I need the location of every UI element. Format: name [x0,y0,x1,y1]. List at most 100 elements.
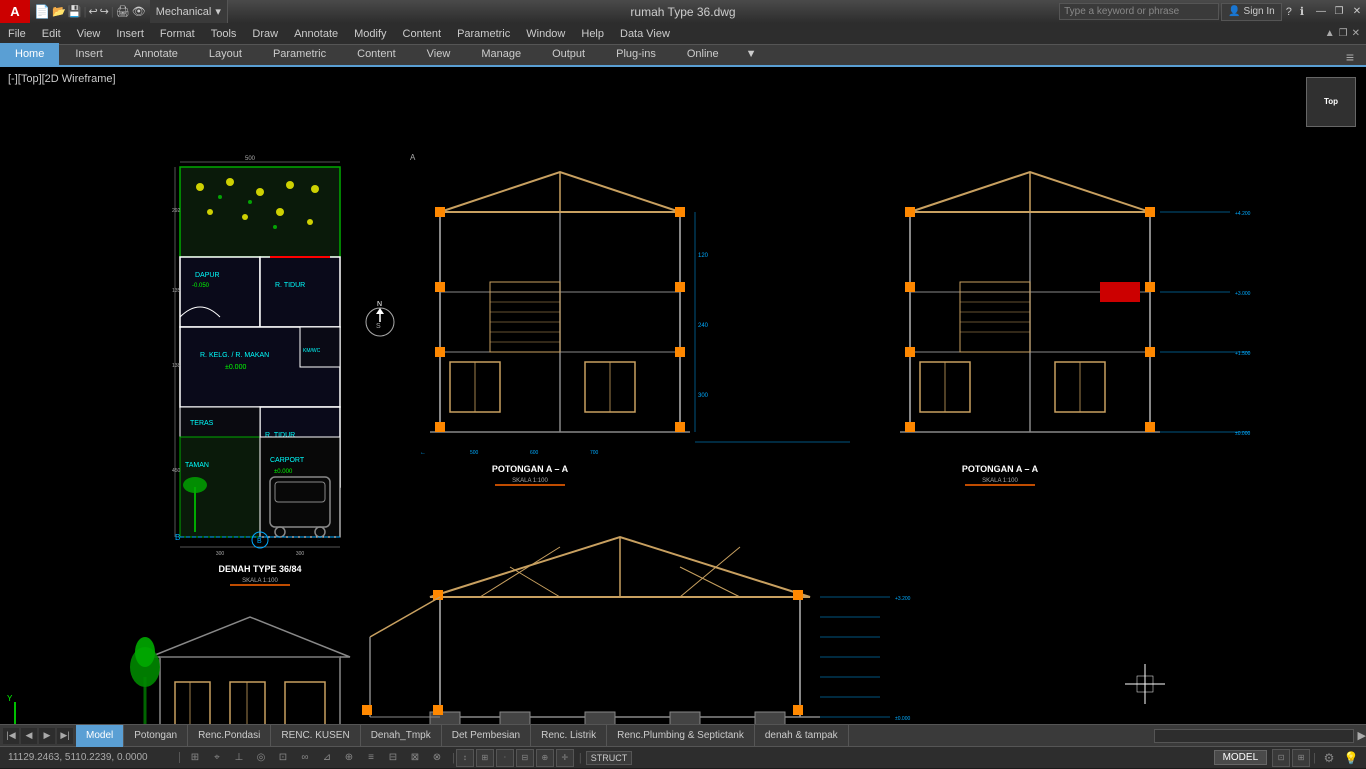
measure-tool[interactable]: ⊟ [516,749,534,767]
ribbon-toggle[interactable]: ▲ [1325,28,1335,39]
sheet-tab-detpembesian[interactable]: Det Pembesian [442,725,531,747]
grid-tool[interactable]: ⊞ [476,749,494,767]
status-icons: ⊞ ⌖ ⊥ ◎ ⊡ ∞ ⊿ ⊕ ≡ ⊟ ⊠ ⊗ | ↕ ⊞ ⋅ ⊟ ⊕ ✛ | … [180,747,1214,769]
pan-tool[interactable]: ✛ [556,749,574,767]
svg-text:B: B [175,533,180,542]
menu-window[interactable]: Window [518,23,573,45]
app-icon[interactable]: A [0,0,30,23]
tab-output[interactable]: Output [537,43,600,65]
redo-icon[interactable]: ↪ [100,5,109,18]
menu-draw[interactable]: Draw [244,23,286,45]
help-icon[interactable]: ? [1282,6,1296,18]
svg-text:POTONGAN A – A: POTONGAN A – A [492,464,569,474]
sheet-tab-rencplumbing[interactable]: Renc.Plumbing & Septictank [607,725,755,747]
tab-view[interactable]: View [412,43,466,65]
sheet-nav-prev[interactable]: ◀ [21,728,37,744]
svg-text:←: ← [420,450,426,456]
menu-help[interactable]: Help [573,23,612,45]
dyn-toggle[interactable]: ⊕ [338,747,360,769]
menu-file[interactable]: File [0,23,34,45]
sheet-tab-renclistrik[interactable]: Renc. Listrik [531,725,607,747]
layout-icon2[interactable]: ⊞ [1292,749,1310,767]
view-cube[interactable]: Top [1306,77,1356,127]
tp-toggle[interactable]: ⊟ [382,747,404,769]
menu-tools[interactable]: Tools [203,23,245,45]
viewport[interactable]: [-][Top][2D Wireframe] DAPUR [0,67,1366,724]
undo-icon[interactable]: ↩ [88,5,97,18]
svg-text:N: N [377,301,382,308]
sheet-nav-next[interactable]: ▶ [39,728,55,744]
sheet-tab-denahtampak[interactable]: denah & tampak [755,725,849,747]
menu-annotate[interactable]: Annotate [286,23,346,45]
menu-format[interactable]: Format [152,23,203,45]
tab-annotate[interactable]: Annotate [119,43,193,65]
search-box[interactable]: Type a keyword or phrase [1059,3,1219,20]
new-icon[interactable]: 📄 [34,4,50,20]
close-button[interactable]: ✕ [1348,3,1366,21]
tab-manage[interactable]: Manage [466,43,536,65]
menu-insert[interactable]: Insert [108,23,152,45]
tab-extra-dropdown[interactable]: ▼ [739,43,764,65]
signin-button[interactable]: 👤 Sign In [1221,3,1282,21]
lw-toggle[interactable]: ≡ [360,747,382,769]
menu-parametric[interactable]: Parametric [449,23,518,45]
settings-icon[interactable]: ⚙ [1318,747,1340,769]
save-icon[interactable]: 💾 [68,5,82,18]
sheet-nav-first[interactable]: |◀ [3,728,19,744]
plot-icon[interactable]: 🖨 [116,5,130,18]
layout-icon[interactable]: ⊡ [1272,749,1290,767]
move-tool[interactable]: ↕ [456,749,474,767]
tab-content[interactable]: Content [342,43,411,65]
tab-parametric[interactable]: Parametric [258,43,341,65]
menu-edit[interactable]: Edit [34,23,69,45]
tab-plugins[interactable]: Plug-ins [601,43,671,65]
preview-icon[interactable]: 👁 [132,5,146,18]
ortho-toggle[interactable]: ⊥ [228,747,250,769]
sheet-tab-potongan[interactable]: Potongan [124,725,188,747]
sheet-scrollbar[interactable]: ▶ [1150,729,1366,743]
struct-label[interactable]: STRUCT [586,751,633,765]
svg-text:135: 135 [172,288,181,294]
tab-insert[interactable]: Insert [60,43,118,65]
sheet-nav-last[interactable]: ▶| [57,728,73,744]
sheet-tab-model[interactable]: Model [76,725,124,747]
sheet-tab-renckusen[interactable]: RENC. KUSEN [271,725,360,747]
menu-content[interactable]: Content [395,23,450,45]
menu-dataview[interactable]: Data View [612,23,678,45]
sheet-tab-denahtmpk[interactable]: Denah_Tmpk [361,725,442,747]
snap-toggle[interactable]: ⌖ [206,747,228,769]
sheet-scroll-arrow[interactable]: ▶ [1358,729,1366,742]
ribbon-extra: ≡ [1340,49,1366,65]
window-close-small[interactable]: ✕ [1352,28,1360,39]
model-button[interactable]: MODEL [1214,750,1268,765]
open-icon[interactable]: 📂 [52,5,66,18]
cad-canvas[interactable]: DAPUR -0.050 R. TIDUR R. KELG. / R. MAKA… [0,67,1366,724]
restore-button[interactable]: ❐ [1330,3,1348,21]
tab-home[interactable]: Home [0,43,59,65]
tab-online[interactable]: Online [672,43,734,65]
otrack-toggle[interactable]: ∞ [294,747,316,769]
window-restore-small[interactable]: ❐ [1339,28,1348,39]
svg-text:500: 500 [245,156,256,162]
ducs-toggle[interactable]: ⊿ [316,747,338,769]
svg-text:R. KELG. / R. MAKAN: R. KELG. / R. MAKAN [200,352,269,359]
menu-view[interactable]: View [69,23,109,45]
info-icon[interactable]: ℹ [1296,5,1308,18]
osnap-toggle[interactable]: ⊡ [272,747,294,769]
zoom-tool[interactable]: ⊕ [536,749,554,767]
sheet-tab-rencpondasi[interactable]: Renc.Pondasi [188,725,271,747]
workspace-toggle[interactable]: ≡ [1340,49,1360,65]
polar-toggle[interactable]: ◎ [250,747,272,769]
snap-tool[interactable]: ⋅ [496,749,514,767]
light-icon[interactable]: 💡 [1340,747,1362,769]
sc-toggle[interactable]: ⊗ [426,747,448,769]
workspace-selector[interactable]: Mechanical ▾ [150,0,228,23]
svg-text:R. TIDUR: R. TIDUR [275,282,305,289]
tab-layout[interactable]: Layout [194,43,257,65]
view-label: [-][Top][2D Wireframe] [8,73,116,85]
minimize-button[interactable]: — [1312,3,1330,21]
menu-modify[interactable]: Modify [346,23,394,45]
svg-text:±0.000: ±0.000 [225,364,246,371]
grid-toggle[interactable]: ⊞ [184,747,206,769]
qp-toggle[interactable]: ⊠ [404,747,426,769]
